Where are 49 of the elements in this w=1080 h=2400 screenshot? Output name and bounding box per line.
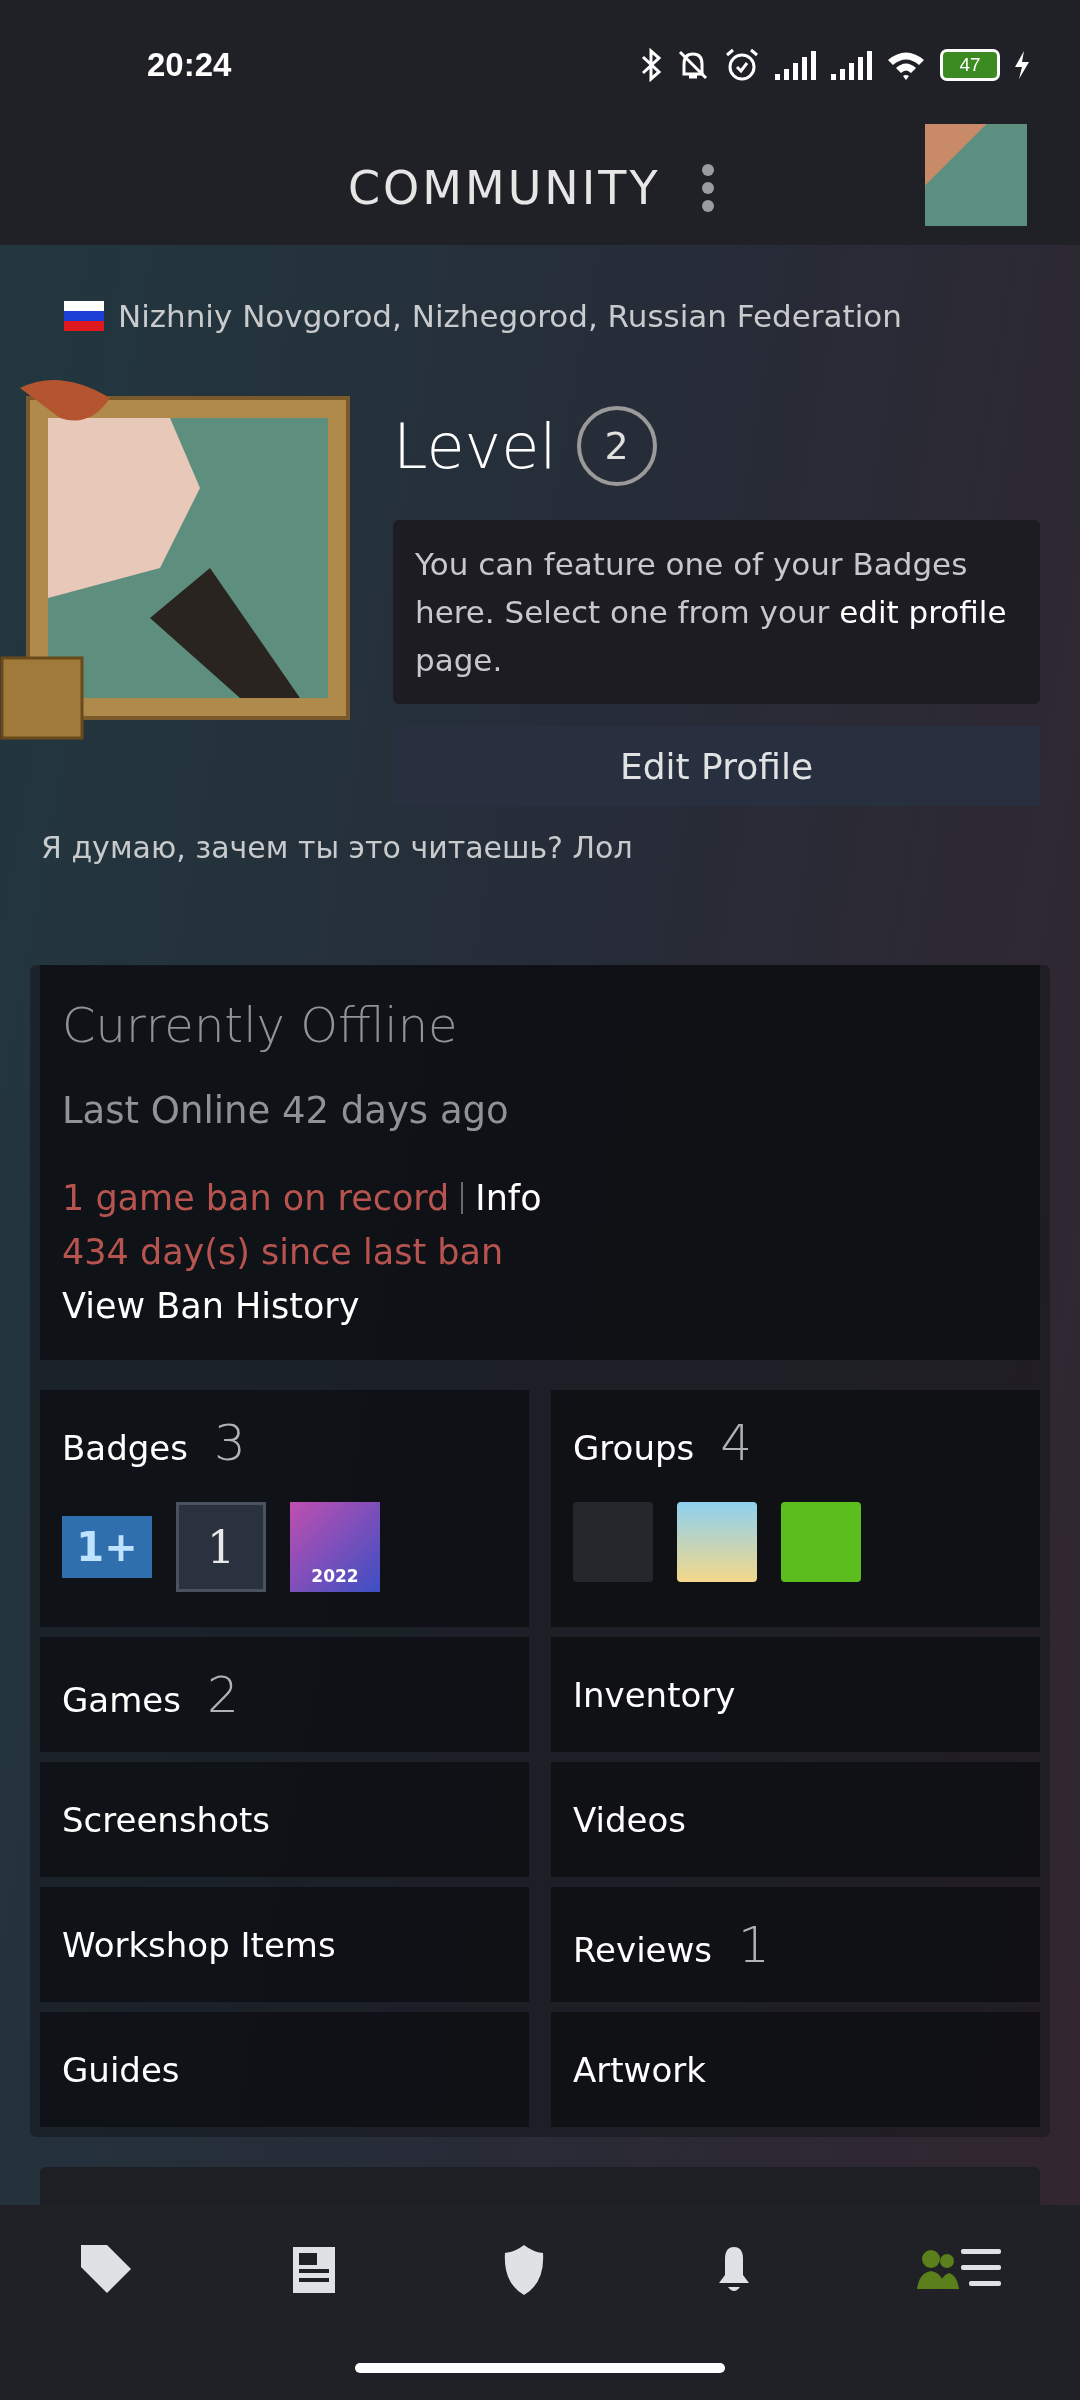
signal-icon bbox=[774, 50, 816, 80]
battery-icon: 47 bbox=[940, 49, 1000, 81]
bell-off-icon bbox=[676, 48, 710, 82]
signal-icon bbox=[830, 50, 872, 80]
section-label: Guides bbox=[62, 2049, 180, 2090]
profile-section-tile[interactable]: Workshop Items bbox=[40, 1887, 529, 2002]
section-count: 2 bbox=[206, 1665, 239, 1724]
profile-section-tile[interactable]: Screenshots bbox=[40, 1762, 529, 1877]
online-status: Currently Offline bbox=[62, 997, 459, 1053]
section-label: Videos bbox=[573, 1799, 686, 1840]
section-label: Inventory bbox=[573, 1674, 736, 1715]
ban-record-text: 1 game ban on record bbox=[62, 1178, 450, 1218]
profile-section-tile[interactable]: Guides bbox=[40, 2012, 529, 2127]
profile-section-tile[interactable]: Games 2 bbox=[40, 1637, 529, 1752]
section-label: Workshop Items bbox=[62, 1924, 336, 1965]
profile-section-tile[interactable]: Artwork bbox=[551, 2012, 1040, 2127]
section-label: Artwork bbox=[573, 2049, 706, 2090]
badges-tile[interactable]: Badges 3 1+ 1 2022 bbox=[40, 1390, 529, 1627]
profile-section-tile[interactable]: Reviews 1 bbox=[551, 1887, 1040, 2002]
badge-icon[interactable]: 2022 bbox=[290, 1502, 380, 1592]
page-title: COMMUNITY bbox=[348, 160, 661, 215]
last-online-text: Last Online 42 days ago bbox=[62, 1089, 510, 1132]
section-label: Reviews bbox=[573, 1929, 713, 1970]
info-link[interactable]: Info bbox=[475, 1178, 542, 1218]
profile-section-tile[interactable]: Inventory bbox=[551, 1637, 1040, 1752]
section-count: 4 bbox=[720, 1414, 753, 1472]
ban-days-text: 434 day(s) since last ban bbox=[62, 1232, 505, 1272]
clock-time: 20:24 bbox=[147, 46, 232, 84]
section-label: Screenshots bbox=[62, 1799, 270, 1840]
more-options-icon[interactable] bbox=[700, 163, 715, 212]
bluetooth-icon bbox=[640, 48, 662, 82]
profile-summary: Я думаю, зачем ты это читаешь? Лол bbox=[41, 830, 634, 865]
alarm-icon bbox=[724, 47, 760, 83]
charging-icon bbox=[1014, 50, 1030, 80]
badge-icon[interactable]: 1+ bbox=[62, 1516, 152, 1578]
location-text: Nizhniy Novgorod, Nizhegorod, Russian Federation bbox=[118, 298, 902, 334]
badge-icon[interactable]: 1 bbox=[176, 1502, 266, 1592]
edit-profile-button[interactable]: Edit Profile bbox=[393, 726, 1040, 806]
section-label: Badges bbox=[62, 1428, 188, 1468]
profile-section-tile[interactable]: Videos bbox=[551, 1762, 1040, 1877]
section-label: Games bbox=[62, 1679, 181, 1720]
section-label: Groups bbox=[573, 1428, 695, 1468]
flag-icon bbox=[64, 301, 104, 331]
section-count: 1 bbox=[738, 1915, 770, 1974]
level-label: Level bbox=[393, 409, 557, 483]
section-count: 3 bbox=[213, 1414, 246, 1472]
ban-history-link[interactable]: View Ban History bbox=[62, 1286, 1018, 1326]
level-badge: 2 bbox=[576, 406, 657, 486]
badge-hint-text: You can feature one of your Badges here. Select one from your edit profile page. bbox=[393, 520, 1040, 704]
